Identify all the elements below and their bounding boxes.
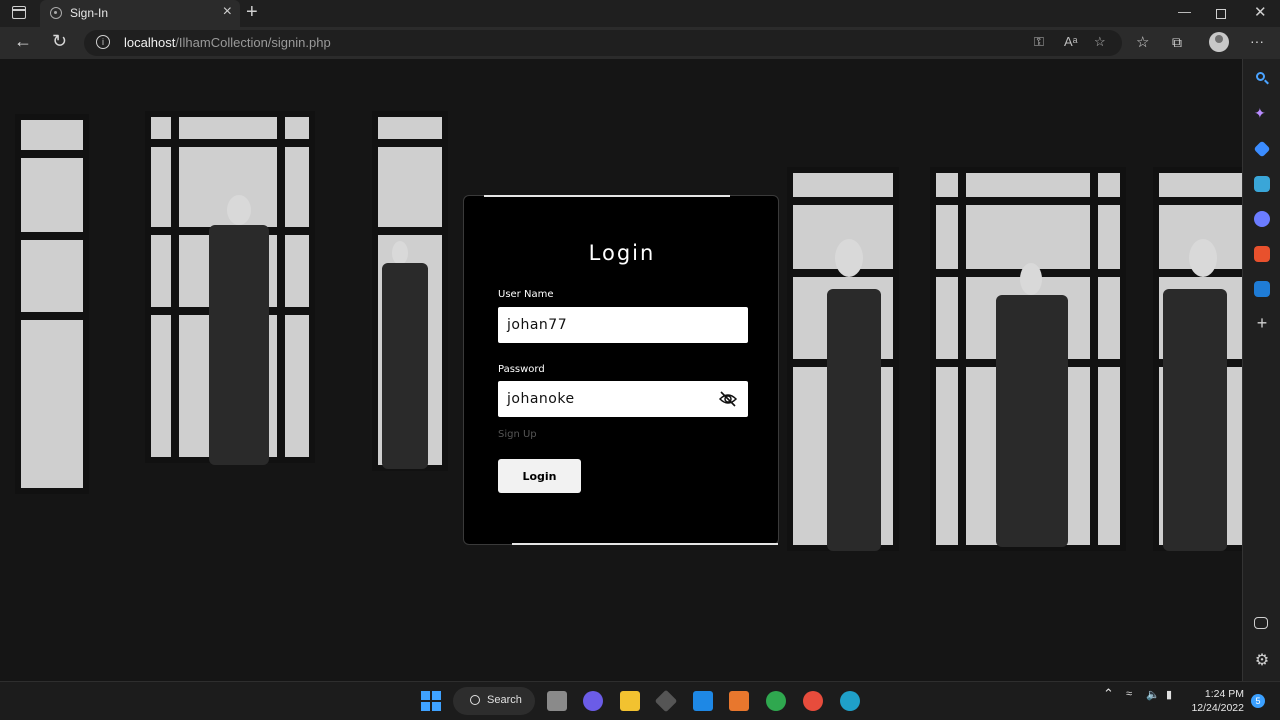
tab-title: Sign-In xyxy=(70,6,109,20)
favorites-icon[interactable]: ☆ xyxy=(1136,33,1149,51)
search-magnifier-icon xyxy=(470,695,480,705)
storefront-window xyxy=(15,114,89,494)
outlook-icon[interactable] xyxy=(1254,281,1270,297)
minimize-icon[interactable]: — xyxy=(1178,4,1191,19)
copilot-sparkle-icon[interactable]: ✦ xyxy=(1254,106,1270,122)
hide-password-icon[interactable] xyxy=(718,390,738,408)
sidebar-settings-gear-icon[interactable]: ⚙ xyxy=(1254,652,1270,668)
chrome-profile-icon[interactable] xyxy=(803,691,823,711)
url-path: /IlhamCollection/signin.php xyxy=(175,35,331,50)
storefront-window xyxy=(787,167,899,551)
taskbar-search-label: Search xyxy=(487,694,522,706)
xampp-icon[interactable] xyxy=(729,691,749,711)
task-view-icon[interactable] xyxy=(547,691,567,711)
edge-sidebar: ✦ + ⚙ xyxy=(1242,59,1280,681)
username-input[interactable]: johan77 xyxy=(498,307,748,343)
collections-icon[interactable]: ⧉ xyxy=(1172,34,1182,51)
restore-icon[interactable] xyxy=(1216,9,1226,19)
settings-more-icon[interactable]: ··· xyxy=(1250,33,1264,49)
tray-chevron-icon[interactable]: ⌃ xyxy=(1103,686,1114,702)
login-title: Login xyxy=(588,241,656,265)
windows-taskbar: Search ⌃ ≈ 🔈 ▮ 1:24 PM 12/24/2022 5 xyxy=(0,681,1280,720)
sign-up-link[interactable]: Sign Up xyxy=(498,429,537,440)
storefront-window xyxy=(930,167,1126,551)
games-icon[interactable] xyxy=(1254,211,1270,227)
url-host: localhost xyxy=(124,35,176,50)
taskbar-clock[interactable]: 1:24 PM 12/24/2022 xyxy=(1188,687,1244,715)
url-text[interactable]: localhost/IlhamCollection/signin.php xyxy=(124,35,331,50)
card-accent-top xyxy=(484,195,730,197)
new-tab-button[interactable]: + xyxy=(246,1,258,24)
wifi-icon[interactable]: ≈ xyxy=(1126,688,1132,700)
storefront-window xyxy=(372,111,448,471)
page-favicon-icon xyxy=(50,7,62,19)
password-value: johanoke xyxy=(507,391,575,407)
password-label: Password xyxy=(498,364,545,375)
edge-icon[interactable] xyxy=(840,691,860,711)
storefront-window xyxy=(1153,167,1242,551)
windows-start-icon[interactable] xyxy=(421,691,441,711)
back-arrow-icon[interactable]: ← xyxy=(14,31,32,52)
browser-tab-bar: Sign-In × + — ✕ xyxy=(0,0,1280,27)
refresh-icon[interactable]: ↻ xyxy=(52,31,67,52)
read-aloud-icon[interactable]: Aᵃ xyxy=(1064,34,1078,49)
add-sidebar-icon[interactable]: + xyxy=(1254,314,1270,332)
hide-sidebar-icon[interactable] xyxy=(1254,617,1268,629)
tools-icon[interactable] xyxy=(1254,176,1270,192)
clock-time: 1:24 PM xyxy=(1204,688,1244,700)
office-icon[interactable] xyxy=(1254,246,1270,262)
login-button[interactable]: Login xyxy=(498,459,581,493)
browser-nav-bar: ← ↻ i localhost/IlhamCollection/signin.p… xyxy=(0,27,1280,59)
site-info-icon[interactable]: i xyxy=(96,35,110,49)
search-icon[interactable] xyxy=(1254,71,1270,87)
volume-icon[interactable]: 🔈 xyxy=(1146,688,1160,701)
storefront-window xyxy=(145,111,315,465)
username-value: johan77 xyxy=(507,317,568,333)
chat-icon[interactable] xyxy=(583,691,603,711)
shopping-tag-icon[interactable] xyxy=(1253,140,1271,158)
close-window-icon[interactable]: ✕ xyxy=(1254,3,1267,21)
favorite-add-icon[interactable]: ☆ xyxy=(1094,34,1106,50)
key-icon[interactable]: ⚿ xyxy=(1034,34,1044,50)
chrome-icon[interactable] xyxy=(766,691,786,711)
address-bar[interactable]: i localhost/IlhamCollection/signin.php ⚿… xyxy=(84,30,1122,56)
vscode-icon[interactable] xyxy=(693,691,713,711)
tab-close-icon[interactable]: × xyxy=(223,3,232,21)
password-input[interactable]: johanoke xyxy=(498,381,748,417)
card-accent-bottom xyxy=(512,543,778,545)
login-card: Login User Name johan77 Password johanok… xyxy=(463,195,779,545)
taskbar-search[interactable]: Search xyxy=(453,687,535,715)
file-explorer-icon[interactable] xyxy=(620,691,640,711)
tab-actions-icon[interactable] xyxy=(12,6,26,19)
notification-badge[interactable]: 5 xyxy=(1251,694,1265,708)
battery-icon[interactable]: ▮ xyxy=(1166,688,1172,701)
app-cube-icon[interactable] xyxy=(654,689,678,713)
profile-avatar[interactable] xyxy=(1209,32,1229,52)
username-label: User Name xyxy=(498,289,554,300)
tab-sign-in[interactable]: Sign-In × xyxy=(40,0,240,27)
clock-date: 12/24/2022 xyxy=(1191,702,1244,714)
